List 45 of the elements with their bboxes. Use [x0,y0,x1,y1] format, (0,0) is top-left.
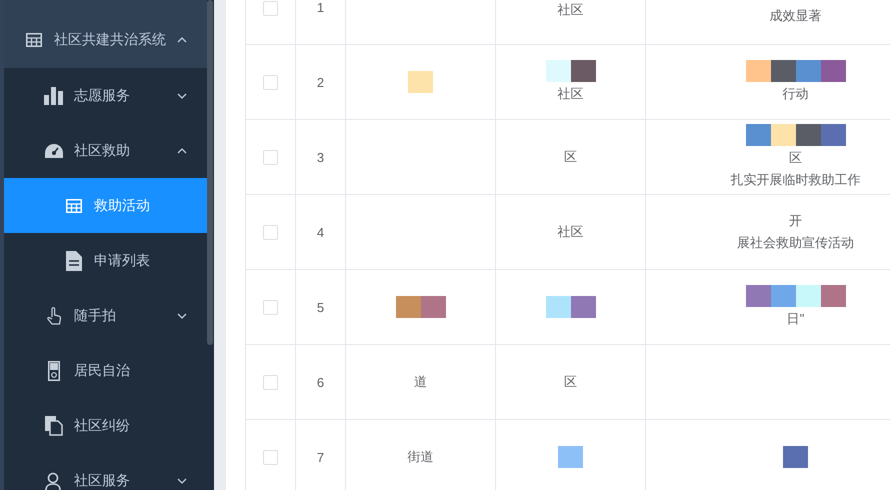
menu-item[interactable]: 申请列表 [4,233,207,288]
cell-text: 扎实开展临时救助工作 [730,171,860,189]
grid-icon [66,198,82,212]
menu-item[interactable]: 社区服务 [4,453,207,490]
row-number: 5 [316,300,324,314]
document-icon [66,250,82,270]
menu-item[interactable]: 社区救助 [4,123,207,178]
cell-text: 社区 [558,1,584,19]
cell-text: 行动 [782,85,808,103]
cell-text: 成效显著 [770,7,822,25]
row-number: 3 [316,150,324,164]
row-checkbox[interactable] [263,225,278,240]
row-number: 6 [316,374,324,390]
cell-text: 社区 [558,85,584,103]
row-checkbox[interactable] [263,375,278,390]
cell-text: 区 [564,148,577,166]
row-number: 2 [316,74,324,90]
cell-text: 区 [789,149,802,167]
cell-text: 展社会救助宣传活动 [737,234,854,252]
person-icon [45,472,63,490]
cell-text: 开 [789,212,802,230]
row-number: 7 [316,450,324,464]
device-icon [48,360,60,380]
copy-icon [45,416,63,436]
menu-item[interactable]: 社区共建共治系统 [4,0,207,68]
cell-text: 区 [564,373,577,391]
row-checkbox[interactable] [263,150,278,166]
row-checkbox[interactable] [263,300,278,316]
bar-chart-icon [44,86,64,104]
row-checkbox[interactable] [263,450,278,466]
row-number: 1 [316,0,324,15]
row-number: 4 [316,224,324,240]
row-checkbox[interactable] [263,1,278,16]
menu-item[interactable]: 社区纠纷 [4,398,207,453]
grid-icon [26,33,42,47]
cell-text: 道 [414,373,427,391]
menu-item[interactable]: 志愿服务 [4,68,207,123]
gauge-icon [44,142,64,158]
menu-item[interactable]: 居民自治 [4,343,207,398]
cell-text: 街道 [408,448,434,466]
cell-text: 日" [786,310,804,328]
scrollbar[interactable] [207,0,213,345]
row-checkbox[interactable] [263,75,278,90]
menu-item[interactable]: 随手拍 [4,288,207,343]
cell-text: 社区 [558,223,584,241]
